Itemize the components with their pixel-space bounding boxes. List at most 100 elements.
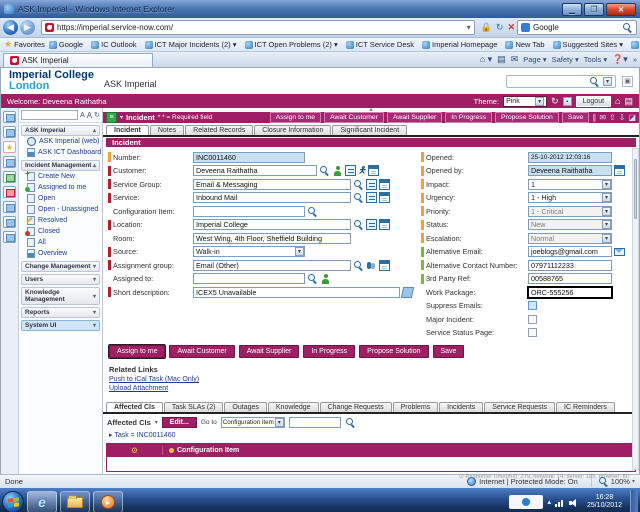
search-icon[interactable] — [353, 260, 364, 271]
location-input[interactable] — [193, 219, 351, 230]
service-group-input[interactable] — [193, 179, 351, 190]
home-icon[interactable]: ⌂ — [615, 96, 620, 106]
list-breadcrumb[interactable]: ▸ Task = INC0011460 — [103, 428, 639, 441]
alternative-contact-number-input[interactable] — [528, 260, 612, 271]
person-icon[interactable] — [320, 273, 331, 284]
person-icon[interactable] — [332, 165, 343, 176]
edit-button[interactable]: Edit... — [162, 417, 197, 428]
propose-solution-button[interactable]: Propose Solution — [495, 112, 559, 123]
volume-icon[interactable] — [569, 498, 579, 507]
customer-input[interactable] — [193, 165, 317, 176]
sidebar-item-open-unassigned[interactable]: Open - Unassigned — [19, 204, 102, 215]
push-to-ical-link[interactable]: Push to iCal Task (Mac Only) — [109, 376, 639, 383]
vertical-scrollbar[interactable] — [632, 148, 639, 470]
sidebar-item-ask-imperial-web[interactable]: ASK Imperial (web) — [19, 136, 102, 147]
impersonate-icon[interactable]: 🯅 — [358, 165, 366, 176]
assigned-to-input[interactable] — [193, 273, 305, 284]
chevron-down-icon[interactable]: ▾ — [93, 263, 96, 270]
calendar-icon[interactable] — [379, 192, 390, 203]
column-header-configuration-item[interactable]: Configuration Item — [163, 447, 635, 454]
taskbar-ie-button[interactable]: e — [27, 491, 57, 512]
assignment-group-input[interactable] — [193, 260, 351, 271]
close-button[interactable]: ✕ — [606, 3, 636, 16]
show-hidden-icons-button[interactable]: ▴ — [547, 498, 551, 506]
globe-shortcut-icon[interactable] — [3, 156, 16, 168]
tab-incidents[interactable]: Incidents — [439, 402, 483, 412]
feeds-icon[interactable]: ▤ — [497, 54, 506, 65]
await-customer-button[interactable]: Await Customer — [324, 112, 384, 123]
favorite-link-new-tab[interactable]: New Tab — [505, 40, 544, 49]
taskbar-explorer-button[interactable] — [60, 491, 90, 512]
sidebar-item-resolved[interactable]: Resolved — [19, 215, 102, 226]
nav-section-system-ui[interactable]: System UI▾ — [21, 320, 100, 331]
tab-related-records[interactable]: Related Records — [185, 125, 253, 135]
search-dropdown-icon[interactable]: ▾ — [603, 77, 612, 86]
favorite-link-ic-outlook[interactable]: IC Outlook — [91, 40, 136, 49]
calendar-icon[interactable] — [379, 179, 390, 190]
page-menu[interactable]: Page ▾ — [523, 55, 546, 64]
font-large-icon[interactable]: A — [87, 111, 92, 120]
configuration-item-input[interactable] — [193, 206, 305, 217]
document-icon[interactable] — [3, 216, 16, 228]
network-icon[interactable] — [555, 498, 565, 507]
nav-section-incident-management[interactable]: Incident Management▴ — [21, 160, 100, 171]
preview-icon[interactable] — [345, 165, 356, 176]
email-icon[interactable]: ✉ — [599, 113, 606, 122]
save-button[interactable]: Save — [433, 345, 465, 358]
in-progress-button[interactable]: In Progress — [445, 112, 492, 123]
alternative-email-input[interactable] — [528, 246, 612, 257]
command-overflow-icon[interactable]: » — [633, 55, 637, 64]
calendar-icon[interactable] — [379, 260, 390, 271]
chevron-down-icon[interactable]: ▾ — [602, 193, 611, 202]
chevron-down-icon[interactable]: ▾ — [602, 180, 611, 189]
document-icon[interactable] — [3, 201, 16, 213]
goto-field-select[interactable]: Configuration item▾ — [221, 417, 285, 428]
chevron-down-icon[interactable]: ▾ — [295, 247, 304, 256]
sidebar-item-assigned-to-me[interactable]: Assigned to me — [19, 182, 102, 193]
tab-closure-information[interactable]: Closure Information — [254, 125, 331, 135]
bookmark-star-icon[interactable]: ★ — [3, 141, 16, 153]
print-icon[interactable]: ▤ — [624, 96, 633, 107]
assign-to-me-button[interactable]: Assign to me — [270, 112, 321, 123]
sidebar-item-create-new[interactable]: Create New — [19, 171, 102, 182]
favorites-star-icon[interactable]: ★ — [4, 39, 12, 50]
tab-change-requests[interactable]: Change Requests — [320, 402, 392, 412]
chevron-down-icon[interactable]: ▾ — [93, 309, 96, 316]
sidebar-item-overview[interactable]: Overview — [19, 248, 102, 259]
refresh-icon[interactable]: ↻ — [94, 111, 100, 119]
help-icon[interactable]: ❓▾ — [612, 54, 628, 65]
urgency-select[interactable]: 1 - High▾ — [528, 192, 612, 203]
nav-section-reports[interactable]: Reports▾ — [21, 307, 100, 318]
tab-affected-cis[interactable]: Affected CIs — [106, 402, 163, 412]
start-button[interactable] — [2, 491, 24, 512]
third-party-ref-input[interactable] — [528, 273, 612, 284]
search-icon[interactable] — [307, 206, 318, 217]
search-icon[interactable] — [353, 192, 364, 203]
major-incident-checkbox[interactable] — [528, 315, 537, 324]
search-box[interactable]: Google — [517, 20, 637, 35]
new-record-icon[interactable] — [3, 171, 16, 183]
personalize-icon[interactable]: ◪ — [628, 113, 636, 122]
sidebar-item-open[interactable]: Open — [19, 193, 102, 204]
chevron-down-icon[interactable]: ▾ — [93, 322, 96, 329]
propose-solution-button[interactable]: Propose Solution — [359, 345, 428, 358]
chevron-down-icon[interactable]: ▾ — [275, 418, 284, 427]
sidebar-item-ask-ict-dashboard[interactable]: ASK ICT Dashboard — [19, 147, 102, 158]
upload-attachment-link[interactable]: Upload Attachment — [109, 385, 639, 392]
preview-icon[interactable] — [366, 179, 377, 190]
chevron-down-icon[interactable]: ▾ — [120, 114, 123, 121]
logout-button[interactable]: Logout — [576, 96, 611, 107]
preview-icon[interactable] — [366, 192, 377, 203]
nav-section-ask-imperial[interactable]: ASK Imperial▴ — [21, 125, 100, 136]
number-input[interactable] — [193, 152, 305, 163]
address-bar[interactable]: https://imperial.service-now.com/ ▾ — [41, 20, 475, 35]
favorite-link-suggested-sites[interactable]: Suggested Sites ▾ — [553, 40, 623, 49]
chevron-up-icon[interactable]: ▴ — [93, 162, 96, 169]
tab-incident[interactable]: Incident — [106, 125, 149, 135]
tab-significant-incident[interactable]: Significant Incident — [332, 125, 407, 135]
favorite-link-major-incidents[interactable]: ICT Major Incidents (2) ▾ — [145, 40, 237, 49]
chevron-down-icon[interactable]: ▾ — [535, 97, 544, 106]
chevron-up-icon[interactable]: ▴ — [93, 127, 96, 134]
theme-help-icon[interactable]: ▪ — [563, 97, 572, 106]
book-icon[interactable] — [3, 186, 16, 198]
